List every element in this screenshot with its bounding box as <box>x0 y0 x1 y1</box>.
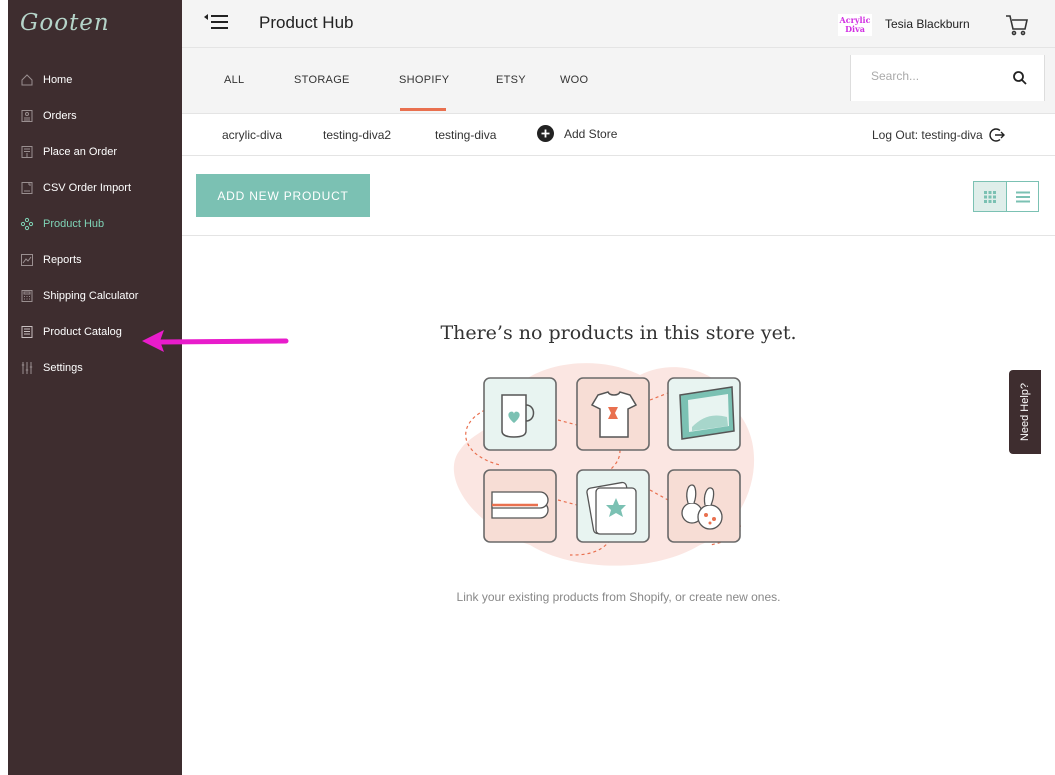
home-icon <box>20 73 34 87</box>
sidebar: Gooten Home Orders Place an Order CSV Or… <box>8 0 182 775</box>
brand-logo[interactable]: Gooten <box>20 10 110 36</box>
page-title: Product Hub <box>259 13 354 32</box>
store-testing-diva2[interactable]: testing-diva2 <box>323 128 391 142</box>
csv-import-icon <box>20 181 34 195</box>
tab-etsy[interactable]: ETSY <box>496 74 526 86</box>
sidebar-item-label: Product Hub <box>43 218 105 230</box>
sidebar-item-label: CSV Order Import <box>43 182 132 194</box>
store-acrylic-diva[interactable]: acrylic-diva <box>222 128 282 142</box>
sidebar-item-label: Orders <box>43 110 77 122</box>
logout-button[interactable]: Log Out: testing-diva <box>872 127 1005 143</box>
cart-icon[interactable] <box>1004 13 1030 37</box>
product-hub-icon <box>20 217 34 231</box>
add-new-product-button[interactable]: ADD NEW PRODUCT <box>196 174 370 217</box>
sidebar-item-product-hub[interactable]: Product Hub <box>8 206 182 242</box>
sidebar-item-home[interactable]: Home <box>8 62 182 98</box>
view-toggle <box>973 181 1039 212</box>
tab-woo[interactable]: WOO <box>560 74 588 86</box>
channel-tabs: ALL STORAGE SHOPIFY ETSY WOO <box>182 48 1055 114</box>
sidebar-item-label: Home <box>43 74 73 86</box>
orders-icon <box>20 109 34 123</box>
store-avatar[interactable]: Acrylic Diva <box>838 14 872 36</box>
tab-all[interactable]: ALL <box>224 74 244 86</box>
sidebar-item-label: Shipping Calculator <box>43 290 139 302</box>
top-header: Product Hub Acrylic Diva Tesia Blackburn <box>182 0 1055 48</box>
user-name[interactable]: Tesia Blackburn <box>885 17 970 31</box>
logout-icon <box>989 128 1005 142</box>
list-view-icon[interactable] <box>1006 182 1038 211</box>
sidebar-item-label: Settings <box>43 362 83 374</box>
app: Gooten Home Orders Place an Order CSV Or… <box>0 0 1055 775</box>
plus-circle-icon <box>537 125 554 142</box>
sidebar-item-label: Place an Order <box>43 146 117 158</box>
sidebar-item-label: Reports <box>43 254 82 266</box>
place-order-icon <box>20 145 34 159</box>
add-store-button[interactable]: Add Store <box>537 125 617 142</box>
sidebar-item-place-order[interactable]: Place an Order <box>8 134 182 170</box>
search-icon[interactable] <box>1011 69 1029 87</box>
search-input[interactable] <box>871 69 1001 83</box>
sidebar-item-reports[interactable]: Reports <box>8 242 182 278</box>
menu-collapse-icon[interactable] <box>204 12 232 34</box>
sidebar-item-csv-import[interactable]: CSV Order Import <box>8 170 182 206</box>
empty-state-title: There’s no products in this store yet. <box>440 322 797 344</box>
add-store-label: Add Store <box>564 126 618 141</box>
search-box <box>850 55 1045 101</box>
grid-view-icon[interactable] <box>974 182 1006 211</box>
store-testing-diva[interactable]: testing-diva <box>435 128 496 142</box>
active-tab-indicator <box>400 108 446 111</box>
settings-sliders-icon <box>20 361 34 375</box>
empty-products-illustration <box>453 363 755 566</box>
store-selector: acrylic-diva testing-diva2 testing-diva … <box>182 114 1055 156</box>
sidebar-item-label: Product Catalog <box>43 326 122 338</box>
calculator-icon <box>20 289 34 303</box>
sidebar-item-settings[interactable]: Settings <box>8 350 182 386</box>
sidebar-item-orders[interactable]: Orders <box>8 98 182 134</box>
action-bar: ADD NEW PRODUCT <box>182 156 1055 236</box>
empty-state-subtitle: Link your existing products from Shopify… <box>456 590 781 604</box>
reports-icon <box>20 253 34 267</box>
logout-label: Log Out: testing-diva <box>872 128 983 142</box>
need-help-label: Need Help? <box>1019 382 1031 442</box>
tab-storage[interactable]: STORAGE <box>294 74 350 86</box>
annotation-arrow-icon <box>142 330 289 352</box>
need-help-button[interactable]: Need Help? <box>1009 370 1041 454</box>
catalog-icon <box>20 325 34 339</box>
store-logo-line2: Diva <box>845 24 865 34</box>
tab-shopify[interactable]: SHOPIFY <box>399 74 449 86</box>
sidebar-item-shipping-calculator[interactable]: Shipping Calculator <box>8 278 182 314</box>
